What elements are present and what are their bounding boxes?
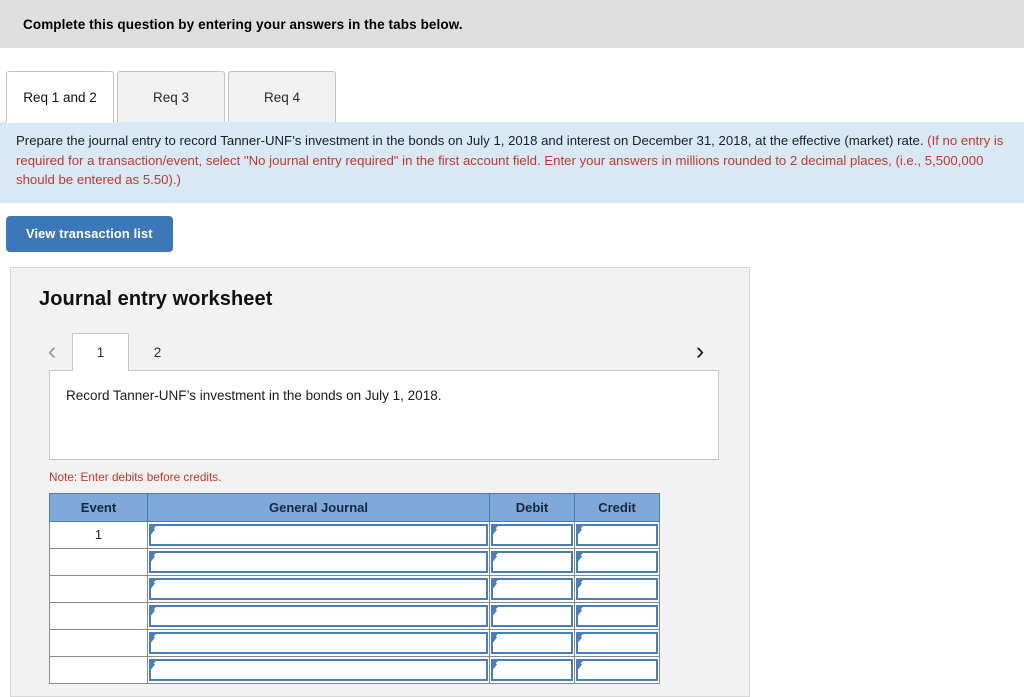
debit-input[interactable]: [491, 523, 573, 546]
debit-input[interactable]: [491, 604, 573, 627]
worksheet-title: Journal entry worksheet: [39, 287, 273, 310]
requirement-tabs: Req 1 and 2 Req 3 Req 4: [6, 48, 1024, 123]
debit-cell[interactable]: [489, 628, 575, 657]
general-journal-cell[interactable]: [147, 520, 490, 549]
credit-input[interactable]: [576, 604, 658, 627]
debit-input[interactable]: [491, 631, 573, 654]
column-header-event: Event: [49, 492, 148, 522]
debit-input[interactable]: [491, 577, 573, 600]
table-header-row: Event General Journal Debit Credit: [49, 492, 660, 522]
tab-label: Req 3: [152, 89, 190, 105]
credit-input[interactable]: [576, 523, 658, 546]
credit-cell[interactable]: [574, 655, 660, 684]
credit-input[interactable]: [576, 631, 658, 654]
credit-cell[interactable]: [574, 547, 660, 576]
chevron-right-icon[interactable]: ›: [687, 333, 713, 371]
table-body: 1: [49, 520, 660, 684]
general-journal-cell[interactable]: [147, 628, 490, 657]
worksheet-page-tab-1[interactable]: 1: [72, 332, 129, 371]
worksheet-description-box: Record Tanner-UNF’s investment in the bo…: [49, 369, 719, 460]
debit-cell[interactable]: [489, 547, 575, 576]
page-tab-label: 2: [153, 344, 162, 360]
journal-entry-worksheet-panel: Journal entry worksheet ‹ 1 2 › Record T…: [10, 266, 750, 697]
tab-req-3[interactable]: Req 3: [117, 71, 225, 122]
general-journal-input[interactable]: [149, 550, 488, 573]
column-header-credit: Credit: [574, 492, 660, 522]
view-transaction-list-button[interactable]: View transaction list: [6, 215, 173, 252]
event-number-cell: [49, 628, 148, 657]
chevron-left-icon[interactable]: ‹: [39, 333, 65, 371]
journal-entry-table: Event General Journal Debit Credit 1: [49, 492, 660, 684]
instruction-box: Prepare the journal entry to record Tann…: [0, 122, 1024, 203]
table-row: [49, 574, 660, 603]
table-header: Event General Journal Debit Credit: [49, 492, 660, 522]
general-journal-input[interactable]: [149, 631, 488, 654]
debit-input[interactable]: [491, 658, 573, 681]
tab-req-4[interactable]: Req 4: [228, 71, 336, 122]
column-header-general-journal: General Journal: [147, 492, 490, 522]
worksheet-pager: ‹ 1 2 ›: [11, 331, 749, 371]
debit-cell[interactable]: [489, 520, 575, 549]
tab-label: Req 1 and 2: [23, 89, 97, 105]
credit-cell[interactable]: [574, 574, 660, 603]
table-row: [49, 655, 660, 684]
tab-req-1-and-2[interactable]: Req 1 and 2: [6, 71, 114, 123]
debit-cell[interactable]: [489, 601, 575, 630]
tab-label: Req 4: [263, 89, 301, 105]
general-journal-input[interactable]: [149, 577, 488, 600]
general-journal-cell[interactable]: [147, 574, 490, 603]
worksheet-description-text: Record Tanner-UNF’s investment in the bo…: [66, 387, 442, 403]
debits-before-credits-note: Note: Enter debits before credits.: [49, 469, 222, 484]
instruction-banner: Complete this question by entering your …: [0, 0, 1024, 48]
credit-input[interactable]: [576, 550, 658, 573]
toolbar: View transaction list: [0, 203, 1024, 252]
table-row: [49, 628, 660, 657]
column-header-debit: Debit: [489, 492, 575, 522]
credit-input[interactable]: [576, 658, 658, 681]
general-journal-cell[interactable]: [147, 547, 490, 576]
credit-input[interactable]: [576, 577, 658, 600]
general-journal-cell[interactable]: [147, 655, 490, 684]
credit-cell[interactable]: [574, 628, 660, 657]
event-number-cell: [49, 547, 148, 576]
debit-input[interactable]: [491, 550, 573, 573]
worksheet-page-tabs: 1 2: [72, 332, 186, 371]
table-row: [49, 547, 660, 576]
worksheet-page-tab-2[interactable]: 2: [129, 333, 186, 371]
general-journal-input[interactable]: [149, 604, 488, 627]
instruction-black-text: Prepare the journal entry to record Tann…: [16, 133, 928, 148]
event-number-cell: [49, 574, 148, 603]
requirement-tab-strip: Req 1 and 2 Req 3 Req 4: [0, 48, 1024, 123]
event-number-cell: [49, 655, 148, 684]
credit-cell[interactable]: [574, 601, 660, 630]
credit-cell[interactable]: [574, 520, 660, 549]
general-journal-input[interactable]: [149, 658, 488, 681]
table-row: 1: [49, 520, 660, 549]
debit-cell[interactable]: [489, 655, 575, 684]
event-number-cell: 1: [49, 520, 148, 549]
table-row: [49, 601, 660, 630]
debit-cell[interactable]: [489, 574, 575, 603]
page-tab-label: 1: [96, 344, 105, 360]
general-journal-input[interactable]: [149, 523, 488, 546]
event-number-cell: [49, 601, 148, 630]
banner-text: Complete this question by entering your …: [23, 16, 463, 32]
general-journal-cell[interactable]: [147, 601, 490, 630]
